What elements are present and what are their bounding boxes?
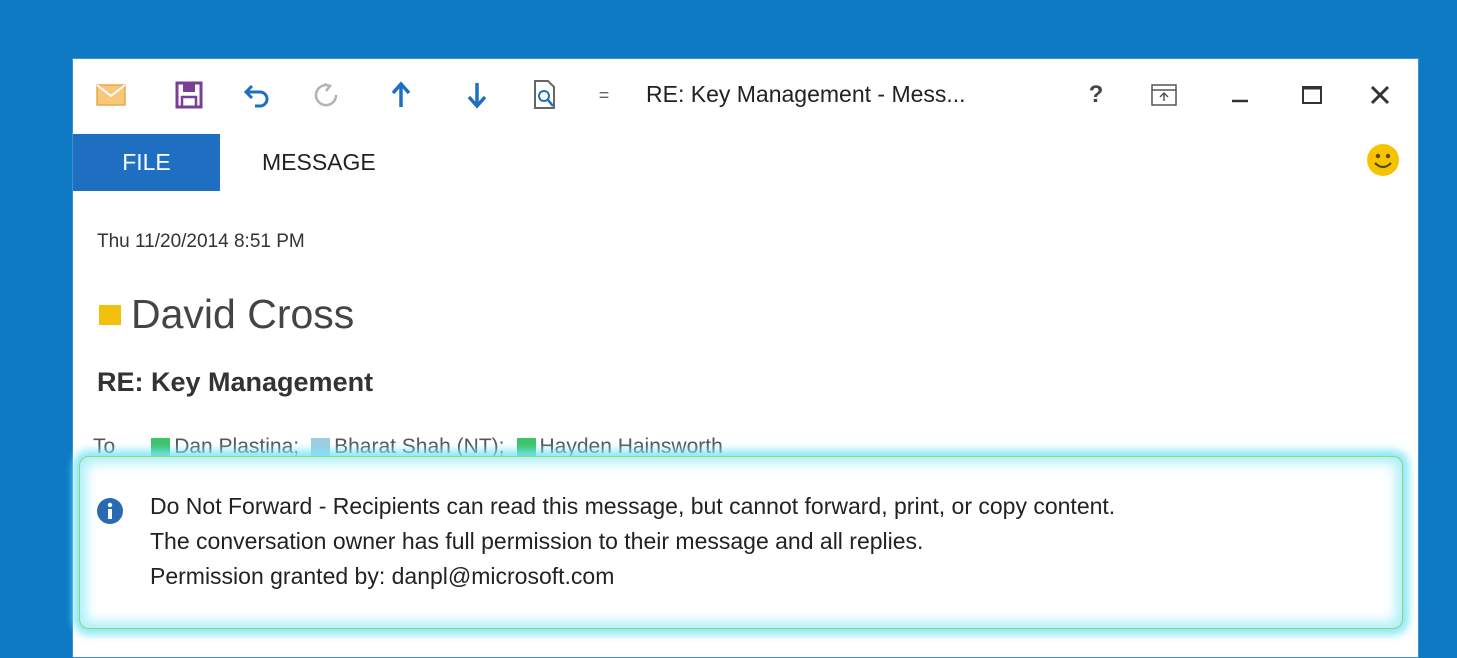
undo-icon[interactable] xyxy=(241,79,273,111)
permission-line: Do Not Forward - Recipients can read thi… xyxy=(150,493,1116,519)
presence-indicator xyxy=(151,437,171,457)
maximize-icon[interactable] xyxy=(1295,77,1329,113)
permission-line: The conversation owner has full permissi… xyxy=(150,528,924,554)
close-icon[interactable] xyxy=(1363,77,1397,113)
permission-infobar: Do Not Forward - Recipients can read thi… xyxy=(79,456,1403,629)
permission-line: Permission granted by: danpl@microsoft.c… xyxy=(150,563,615,589)
message-subject: RE: Key Management xyxy=(97,367,374,397)
next-item-icon[interactable] xyxy=(461,79,493,111)
mail-icon xyxy=(95,79,127,111)
ribbon-display-options-icon[interactable] xyxy=(1147,77,1181,113)
save-icon[interactable] xyxy=(173,79,205,111)
redo-icon xyxy=(311,79,343,111)
message-date: Thu 11/20/2014 8:51 PM xyxy=(97,231,305,252)
help-button[interactable]: ? xyxy=(1081,77,1111,113)
presence-indicator xyxy=(516,437,536,457)
title-bar: = RE: Key Management - Mess... ? xyxy=(73,59,1418,133)
tab-message[interactable]: MESSAGE xyxy=(262,134,376,191)
customize-qat-icon[interactable]: = xyxy=(589,79,619,111)
feedback-smiley-icon[interactable] xyxy=(1366,143,1400,177)
sender-name[interactable]: David Cross xyxy=(131,291,354,338)
message-window: = RE: Key Management - Mess... ? FILE ME… xyxy=(72,58,1419,658)
tab-file[interactable]: FILE xyxy=(73,134,220,191)
presence-indicator xyxy=(99,305,121,325)
info-icon xyxy=(97,498,123,524)
minimize-icon[interactable] xyxy=(1223,77,1257,113)
window-title: RE: Key Management - Mess... xyxy=(646,81,966,107)
presence-indicator xyxy=(311,437,331,457)
previous-item-icon[interactable] xyxy=(385,79,417,111)
print-preview-icon[interactable] xyxy=(529,79,561,111)
